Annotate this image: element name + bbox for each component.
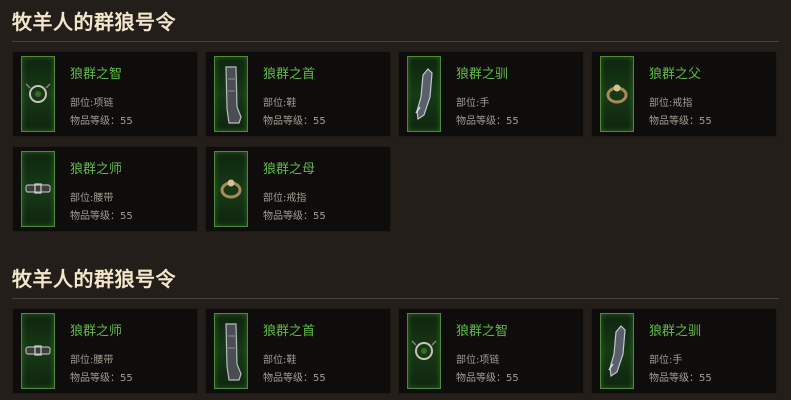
item-level: 物品等级：55	[70, 116, 133, 127]
item-level: 物品等级：55	[70, 373, 133, 384]
item-slot: 部位:鞋	[263, 98, 297, 109]
item-slot: 部位:项链	[70, 98, 114, 109]
item-level: 物品等级：55	[456, 373, 519, 384]
item-card[interactable]: 狼群之首 部位:鞋 物品等级：55	[205, 51, 391, 137]
belt-icon	[21, 313, 55, 389]
item-slot: 部位:手	[456, 98, 490, 109]
item-name[interactable]: 狼群之首	[263, 320, 315, 339]
ring-icon	[600, 56, 634, 132]
item-name[interactable]: 狼群之驯	[649, 320, 701, 339]
item-name[interactable]: 狼群之父	[649, 63, 701, 82]
item-card[interactable]: 狼群之智 部位:项链 物品等级：55	[12, 51, 198, 137]
gloves-icon	[407, 56, 441, 132]
item-level: 物品等级：55	[456, 116, 519, 127]
item-name[interactable]: 狼群之师	[70, 158, 122, 177]
gloves-icon	[600, 313, 634, 389]
item-level: 物品等级：55	[649, 116, 712, 127]
item-card[interactable]: 狼群之师 部位:腰带 物品等级：55	[12, 308, 198, 394]
item-slot: 部位:项链	[456, 355, 500, 366]
boots-icon	[214, 56, 248, 132]
item-name[interactable]: 狼群之师	[70, 320, 122, 339]
amulet-icon	[21, 56, 55, 132]
ring-icon	[214, 151, 248, 227]
belt-icon	[21, 151, 55, 227]
item-card[interactable]: 狼群之母 部位:戒指 物品等级：55	[205, 146, 391, 232]
item-level: 物品等级：55	[263, 116, 326, 127]
item-slot: 部位:戒指	[263, 193, 307, 204]
item-slot: 部位:鞋	[263, 355, 297, 366]
item-slot: 部位:戒指	[649, 98, 693, 109]
item-slot: 部位:手	[649, 355, 683, 366]
title-divider	[12, 41, 779, 42]
item-card[interactable]: 狼群之首 部位:鞋 物品等级：55	[205, 308, 391, 394]
item-name[interactable]: 狼群之首	[263, 63, 315, 82]
item-name[interactable]: 狼群之智	[456, 320, 508, 339]
item-card[interactable]: 狼群之父 部位:戒指 物品等级：55	[591, 51, 777, 137]
item-name[interactable]: 狼群之智	[70, 63, 122, 82]
item-slot: 部位:腰带	[70, 193, 114, 204]
item-level: 物品等级：55	[649, 373, 712, 384]
item-name[interactable]: 狼群之驯	[456, 63, 508, 82]
item-level: 物品等级：55	[70, 211, 133, 222]
set-title: 牧羊人的群狼号令	[12, 10, 176, 34]
item-card[interactable]: 狼群之驯 部位:手 物品等级：55	[398, 51, 584, 137]
item-level: 物品等级：55	[263, 373, 326, 384]
item-slot: 部位:腰带	[70, 355, 114, 366]
boots-icon	[214, 313, 248, 389]
item-card[interactable]: 狼群之智 部位:项链 物品等级：55	[398, 308, 584, 394]
item-card[interactable]: 狼群之师 部位:腰带 物品等级：55	[12, 146, 198, 232]
amulet-icon	[407, 313, 441, 389]
item-card[interactable]: 狼群之驯 部位:手 物品等级：55	[591, 308, 777, 394]
set-title: 牧羊人的群狼号令	[12, 267, 176, 291]
title-divider	[12, 298, 779, 299]
item-level: 物品等级：55	[263, 211, 326, 222]
item-name[interactable]: 狼群之母	[263, 158, 315, 177]
